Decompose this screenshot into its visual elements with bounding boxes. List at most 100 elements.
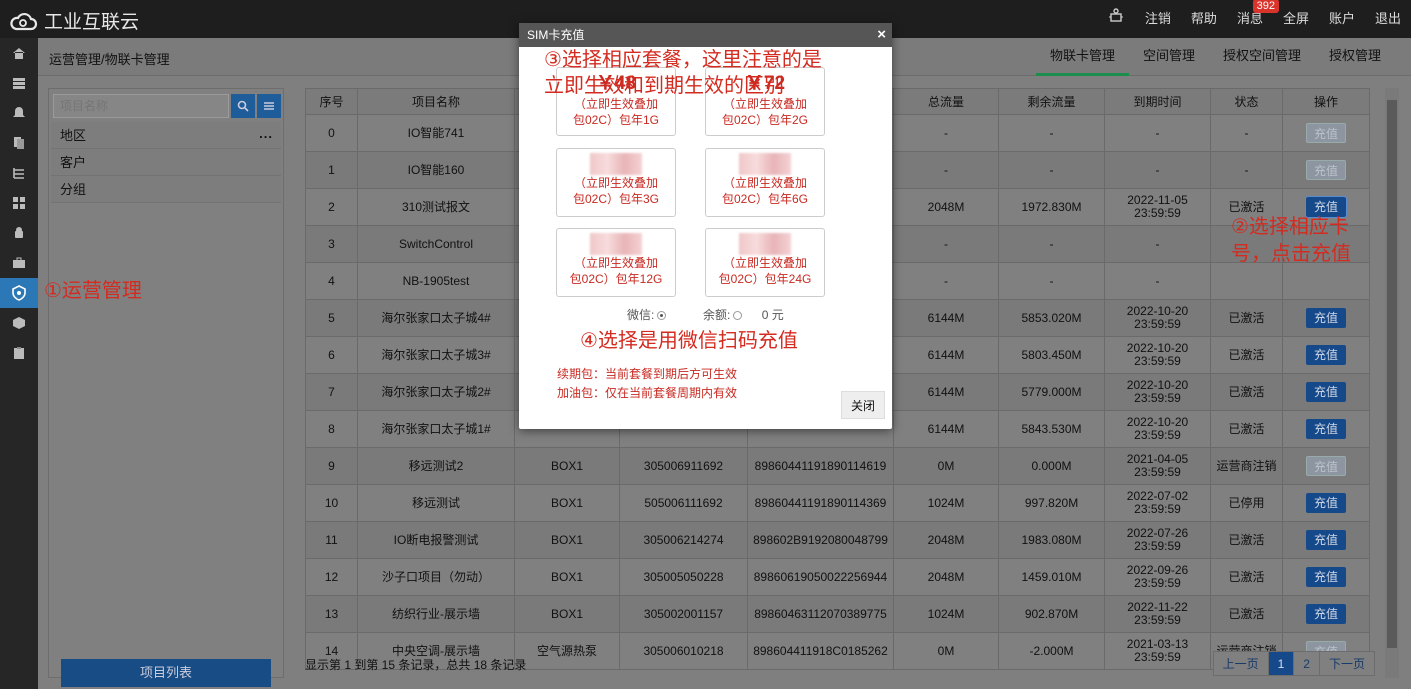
- cell-no: 5: [305, 299, 358, 337]
- cell-total: 2048M: [893, 558, 999, 596]
- cell-remain: -: [998, 151, 1105, 189]
- cell-remain: -: [998, 225, 1105, 263]
- cell-remain: 5803.450M: [998, 336, 1105, 374]
- recharge-button[interactable]: 充值: [1306, 123, 1346, 143]
- column-header: 项目名称: [357, 88, 515, 115]
- recharge-button[interactable]: 充值: [1306, 308, 1346, 328]
- package-desc: 包02C）包年6G: [721, 192, 809, 206]
- annotation-1: ①运营管理: [44, 280, 142, 302]
- cell-remain: 1459.010M: [998, 558, 1105, 596]
- scrollbar-thumb[interactable]: [1387, 100, 1397, 648]
- nav-messages[interactable]: 消息 392: [1227, 0, 1279, 38]
- app-title: 工业互联云: [44, 12, 140, 33]
- pay-balance-option[interactable]: 余额: 0 元: [703, 306, 784, 323]
- column-header: 剩余流量: [998, 88, 1105, 115]
- cell-iccid: 89860619050022256944: [747, 558, 894, 596]
- table-row: 12 沙子口项目（勿动） BOX1 305005050228 8986061905002…: [305, 558, 1370, 596]
- package-desc: （立即生效叠加: [722, 176, 807, 190]
- package-option-6[interactable]: （立即生效叠加 包02C）包年24G: [705, 228, 825, 297]
- cell-expire: 2022-10-20 23:59:59: [1104, 336, 1211, 374]
- grid-icon[interactable]: [0, 188, 38, 218]
- recharge-button[interactable]: 充值: [1305, 196, 1347, 218]
- tab-authorization-management[interactable]: 授权管理: [1315, 38, 1395, 76]
- app-logo[interactable]: 工业互联云: [8, 7, 139, 34]
- recharge-button[interactable]: 充值: [1306, 345, 1346, 365]
- cell-remain: -: [998, 262, 1105, 300]
- page-button-1[interactable]: 1: [1267, 651, 1295, 676]
- expire-time: 23:59:59: [1134, 317, 1181, 331]
- nav-fullscreen[interactable]: 全屏: [1273, 0, 1319, 38]
- cell-status: -: [1210, 151, 1283, 189]
- cell-no: 13: [305, 595, 358, 633]
- cell-expire: 2021-03-13 23:59:59: [1104, 632, 1211, 670]
- recharge-button[interactable]: 充值: [1306, 493, 1346, 513]
- next-page-button[interactable]: 下一页: [1318, 651, 1375, 676]
- balance-radio[interactable]: [733, 311, 743, 321]
- clipboard-icon[interactable]: [0, 338, 38, 368]
- package-option-4[interactable]: （立即生效叠加 包02C）包年6G: [705, 148, 825, 217]
- tab-authorized-space-management[interactable]: 授权空间管理: [1209, 38, 1315, 76]
- recharge-button[interactable]: 充值: [1306, 382, 1346, 402]
- recharge-button[interactable]: 充值: [1306, 419, 1346, 439]
- cell-name: 移远测试: [357, 484, 515, 522]
- cell-expire: -: [1104, 225, 1211, 263]
- expire-time: 23:59:59: [1134, 650, 1181, 664]
- project-search-input[interactable]: [53, 94, 229, 118]
- cell-sn: 305006010218: [619, 632, 748, 670]
- nav-logout[interactable]: 注销: [1135, 0, 1181, 38]
- search-button[interactable]: [231, 94, 255, 118]
- cell-sn: 505006111692: [619, 484, 748, 522]
- project-list-button[interactable]: 项目列表: [61, 659, 271, 687]
- recharge-button[interactable]: 充值: [1306, 160, 1346, 180]
- cell-op: 充值: [1282, 336, 1370, 374]
- cell-op: 充值: [1282, 521, 1370, 559]
- database-icon[interactable]: [0, 68, 38, 98]
- nav-account[interactable]: 账户: [1319, 0, 1365, 38]
- android-icon[interactable]: [0, 218, 38, 248]
- cell-remain: 5843.530M: [998, 410, 1105, 448]
- home-icon[interactable]: [0, 38, 38, 68]
- cell-total: 6144M: [893, 410, 999, 448]
- annotation-3-line2: 立即生效和到期生效的区别: [544, 75, 784, 97]
- recharge-button[interactable]: 充值: [1306, 567, 1346, 587]
- search-icon: [237, 100, 249, 112]
- package-option-3[interactable]: （立即生效叠加 包02C）包年3G: [556, 148, 676, 217]
- close-button[interactable]: 关闭: [841, 391, 885, 419]
- cell-total: 1024M: [893, 484, 999, 522]
- tab-space-management[interactable]: 空间管理: [1129, 38, 1209, 76]
- bell-icon[interactable]: [0, 98, 38, 128]
- pay-wechat-option[interactable]: 微信:: [627, 306, 667, 323]
- menu-button[interactable]: [257, 94, 281, 118]
- cell-no: 8: [305, 410, 358, 448]
- table-row: 9 移远测试2 BOX1 305006911692 898604411918901146…: [305, 447, 1370, 485]
- recharge-button[interactable]: 充值: [1306, 530, 1346, 550]
- document-icon[interactable]: [0, 128, 38, 158]
- tab-sim-card-management[interactable]: 物联卡管理: [1035, 38, 1129, 76]
- robot-icon[interactable]: [1097, 0, 1135, 38]
- nav-help[interactable]: 帮助: [1181, 0, 1227, 38]
- cell-expire: 2022-07-02 23:59:59: [1104, 484, 1211, 522]
- list-tree-icon[interactable]: [0, 158, 38, 188]
- nav-exit[interactable]: 退出: [1365, 0, 1411, 38]
- cell-name: 海尔张家口太子城2#: [357, 373, 515, 411]
- close-icon[interactable]: ×: [877, 23, 886, 47]
- operations-shield-icon[interactable]: [0, 278, 38, 308]
- package-option-5[interactable]: （立即生效叠加 包02C）包年12G: [556, 228, 676, 297]
- toolbox-icon[interactable]: [0, 248, 38, 278]
- prev-page-button[interactable]: 上一页: [1212, 651, 1269, 676]
- table-scrollbar[interactable]: [1385, 88, 1399, 678]
- recharge-button[interactable]: 充值: [1306, 604, 1346, 624]
- cell-total: -: [893, 262, 999, 300]
- page-button-2[interactable]: 2: [1293, 651, 1320, 676]
- wechat-radio[interactable]: [657, 311, 667, 321]
- cell-op: 充值: [1282, 484, 1370, 522]
- tree-item-customer[interactable]: 客户: [51, 149, 281, 176]
- tree-item-region[interactable]: 地区...: [51, 122, 281, 149]
- cell-expire: 2022-11-05 23:59:59: [1104, 188, 1211, 226]
- recharge-button[interactable]: 充值: [1306, 456, 1346, 476]
- cube-icon[interactable]: [0, 308, 38, 338]
- tree-item-group[interactable]: 分组: [51, 176, 281, 203]
- more-options-icon[interactable]: ...: [259, 120, 273, 147]
- cell-sn: 305006911692: [619, 447, 748, 485]
- cell-status: 已激活: [1210, 299, 1283, 337]
